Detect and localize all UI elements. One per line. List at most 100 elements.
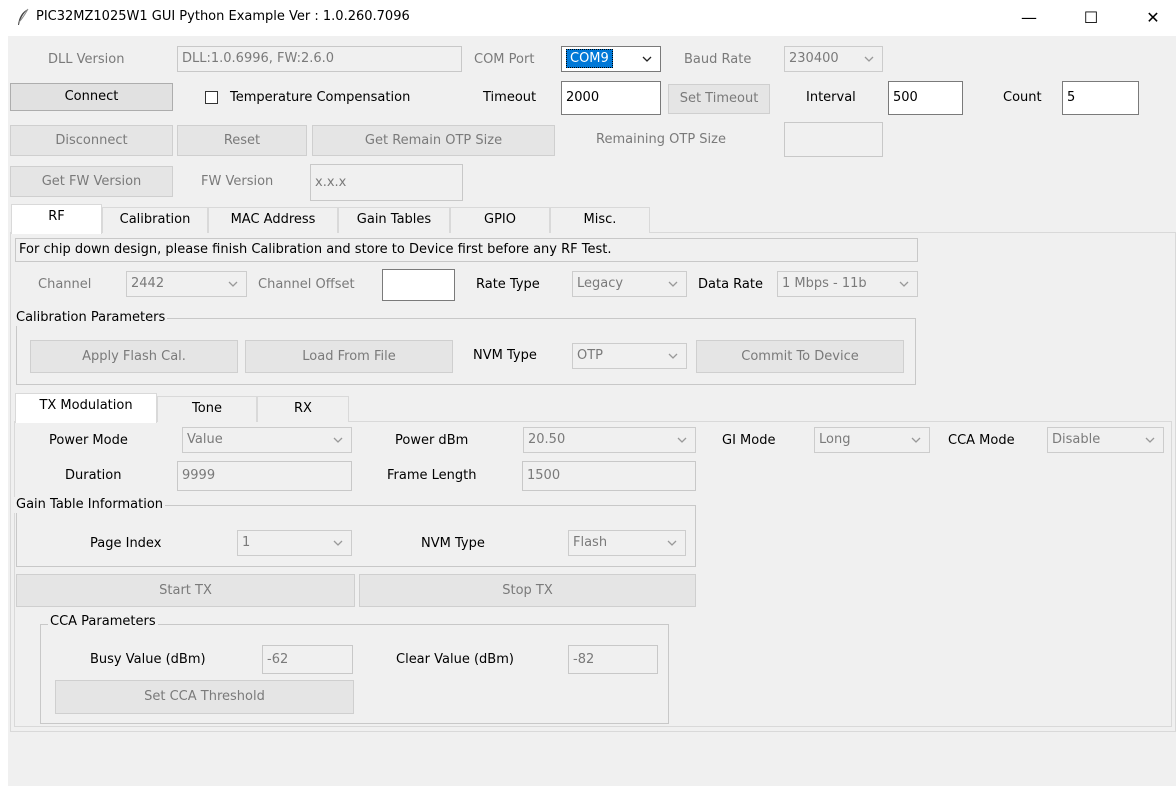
tab-tone[interactable]: Tone: [157, 396, 257, 422]
chevron-down-icon: [862, 47, 876, 71]
start-tx-button[interactable]: Start TX: [16, 574, 355, 607]
page-index-select[interactable]: 1: [237, 530, 352, 556]
baud-rate-select[interactable]: 230400: [784, 46, 883, 72]
clear-value-field: -82: [568, 645, 658, 674]
timeout-label: Timeout: [483, 90, 537, 105]
temperature-compensation-checkbox[interactable]: [205, 91, 218, 104]
chevron-down-icon: [331, 531, 345, 555]
duration-label: Duration: [65, 468, 122, 483]
rate-type-select[interactable]: Legacy: [572, 271, 687, 297]
dll-version-field: DLL:1.0.6996, FW:2.6.0: [177, 46, 462, 72]
commit-to-device-button[interactable]: Commit To Device: [696, 340, 904, 373]
data-rate-label: Data Rate: [698, 277, 763, 292]
chevron-down-icon: [909, 428, 923, 452]
power-dbm-select[interactable]: 20.50: [523, 427, 696, 453]
dll-version-label: DLL Version: [48, 52, 125, 67]
cca-parameters-title: CCA Parameters: [48, 614, 158, 630]
gi-mode-value: Long: [819, 432, 851, 447]
power-mode-label: Power Mode: [49, 433, 128, 448]
gain-table-information-title: Gain Table Information: [14, 497, 166, 513]
com-port-value: COM9: [566, 49, 613, 68]
nvm-type-select[interactable]: OTP: [572, 343, 687, 369]
gi-mode-select[interactable]: Long: [814, 427, 930, 453]
rate-type-value: Legacy: [577, 276, 624, 291]
chevron-down-icon: [665, 531, 679, 555]
fw-version-label: FW Version: [201, 174, 274, 189]
interval-label: Interval: [806, 90, 856, 105]
chevron-down-icon: [640, 47, 654, 71]
tab-rx[interactable]: RX: [257, 396, 349, 422]
channel-offset-label: Channel Offset: [258, 277, 355, 292]
busy-value-label: Busy Value (dBm): [90, 652, 206, 667]
channel-value: 2442: [131, 276, 165, 291]
duration-field: 9999: [177, 461, 352, 491]
set-cca-threshold-button[interactable]: Set CCA Threshold: [55, 680, 354, 714]
tab-rf[interactable]: RF: [11, 204, 102, 234]
cca-mode-label: CCA Mode: [948, 433, 1015, 448]
minimize-button[interactable]: —: [1006, 0, 1052, 36]
chevron-down-icon: [675, 428, 689, 452]
busy-value-field: -62: [262, 645, 353, 674]
gain-nvm-type-value: Flash: [573, 535, 608, 550]
tab-gain-tables[interactable]: Gain Tables: [338, 207, 450, 233]
count-label: Count: [1003, 90, 1042, 105]
channel-offset-input[interactable]: [382, 269, 455, 301]
close-button[interactable]: ✕: [1130, 0, 1176, 36]
calibration-parameters-title: Calibration Parameters: [14, 310, 168, 326]
gain-nvm-type-select[interactable]: Flash: [568, 530, 686, 556]
tab-misc[interactable]: Misc.: [550, 207, 650, 233]
tab-gpio[interactable]: GPIO: [450, 207, 550, 233]
reset-button[interactable]: Reset: [177, 125, 307, 156]
power-dbm-label: Power dBm: [395, 433, 469, 448]
frame-length-label: Frame Length: [387, 468, 477, 483]
connect-button[interactable]: Connect: [10, 83, 173, 111]
remaining-otp-field: [784, 122, 883, 157]
set-timeout-button[interactable]: Set Timeout: [668, 84, 770, 114]
tab-tx-modulation[interactable]: TX Modulation: [15, 393, 157, 423]
power-mode-value: Value: [187, 432, 223, 447]
interval-input[interactable]: 500: [888, 81, 963, 115]
feather-icon: [16, 8, 30, 26]
title-bar: PIC32MZ1025W1 GUI Python Example Ver : 1…: [0, 0, 1176, 36]
get-remain-otp-button[interactable]: Get Remain OTP Size: [312, 125, 555, 156]
chevron-down-icon: [666, 272, 680, 296]
data-rate-select[interactable]: 1 Mbps - 11b: [777, 271, 918, 297]
power-mode-select[interactable]: Value: [182, 427, 352, 453]
chevron-down-icon: [226, 272, 240, 296]
load-from-file-button[interactable]: Load From File: [245, 340, 453, 373]
frame-length-field: 1500: [522, 461, 696, 491]
chevron-down-icon: [331, 428, 345, 452]
page-index-label: Page Index: [90, 536, 162, 551]
fw-version-field: x.x.x: [310, 164, 463, 201]
tab-calibration[interactable]: Calibration: [102, 207, 208, 233]
notice-text: For chip down design, please finish Cali…: [19, 242, 612, 257]
count-input[interactable]: 5: [1062, 81, 1139, 115]
cca-mode-select[interactable]: Disable: [1047, 427, 1164, 453]
gain-nvm-type-label: NVM Type: [421, 536, 485, 551]
channel-select[interactable]: 2442: [126, 271, 247, 297]
nvm-type-value: OTP: [577, 348, 604, 363]
notice-box: For chip down design, please finish Cali…: [15, 238, 918, 262]
stop-tx-button[interactable]: Stop TX: [359, 574, 696, 607]
temperature-compensation-label: Temperature Compensation: [230, 90, 411, 105]
disconnect-button[interactable]: Disconnect: [10, 125, 173, 156]
window-title: PIC32MZ1025W1 GUI Python Example Ver : 1…: [36, 9, 410, 24]
timeout-input[interactable]: 2000: [561, 81, 661, 115]
nvm-type-label: NVM Type: [473, 348, 537, 363]
com-port-select[interactable]: COM9: [561, 46, 661, 72]
com-port-label: COM Port: [474, 52, 535, 67]
maximize-button[interactable]: ☐: [1068, 0, 1114, 36]
baud-rate-value: 230400: [789, 51, 839, 66]
apply-flash-cal-button[interactable]: Apply Flash Cal.: [30, 340, 238, 373]
cca-mode-value: Disable: [1052, 432, 1101, 447]
remaining-otp-label: Remaining OTP Size: [596, 132, 726, 147]
tab-mac-address[interactable]: MAC Address: [208, 207, 338, 233]
baud-rate-label: Baud Rate: [684, 52, 752, 67]
get-fw-version-button[interactable]: Get FW Version: [10, 166, 173, 197]
clear-value-label: Clear Value (dBm): [396, 652, 514, 667]
data-rate-value: 1 Mbps - 11b: [782, 276, 867, 291]
chevron-down-icon: [1143, 428, 1157, 452]
rate-type-label: Rate Type: [476, 277, 540, 292]
chevron-down-icon: [666, 344, 680, 368]
gi-mode-label: GI Mode: [722, 433, 776, 448]
